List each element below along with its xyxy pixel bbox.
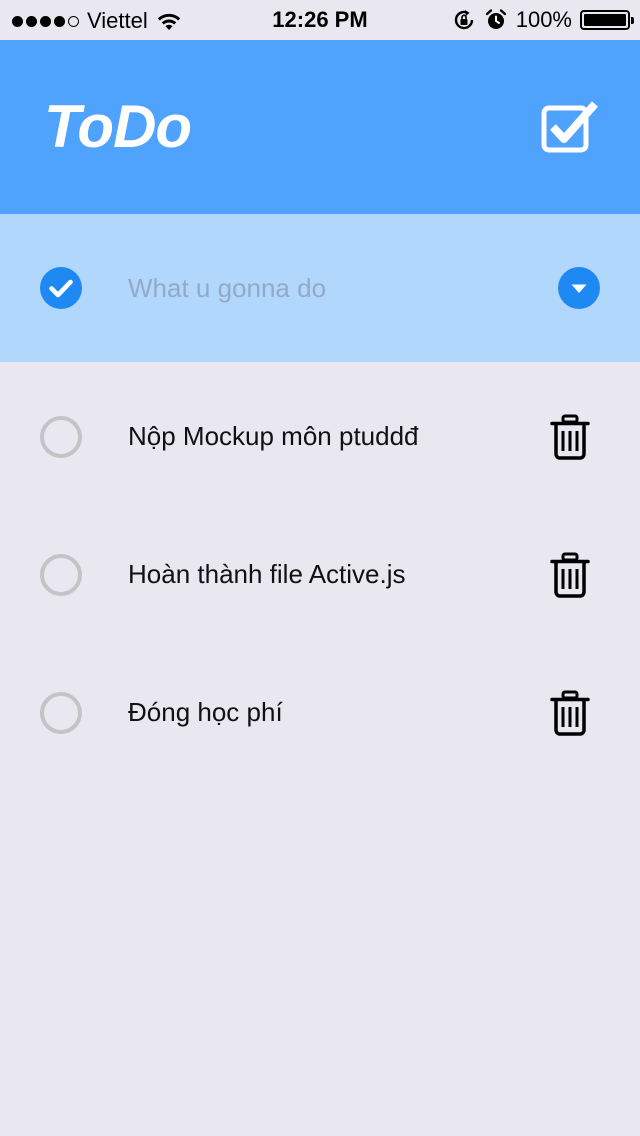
- app-header: ToDo: [0, 40, 640, 214]
- alarm-icon: [485, 9, 506, 29]
- check-circle-icon[interactable]: [40, 267, 82, 309]
- new-todo-input[interactable]: [128, 266, 518, 310]
- battery-icon: [580, 10, 634, 30]
- status-bar: Viettel 12:26 PM 100%: [0, 0, 640, 40]
- todo-checkbox[interactable]: [40, 692, 82, 734]
- rotation-lock-icon: [454, 10, 473, 30]
- todo-text: Nộp Mockup môn ptuddđ: [128, 421, 419, 451]
- todo-item: Nộp Mockup môn ptuddđ: [0, 362, 640, 500]
- new-todo-row: [0, 214, 640, 362]
- app-title: ToDo: [44, 93, 192, 160]
- todo-checkbox[interactable]: [40, 416, 82, 458]
- chevron-down-circle-icon[interactable]: [558, 267, 600, 309]
- todo-text: Đóng học phí: [128, 697, 283, 727]
- checkbox-checked-icon[interactable]: [540, 98, 602, 156]
- todo-item: Hoàn thành file Active.js: [0, 500, 640, 638]
- todo-text: Hoàn thành file Active.js: [128, 559, 406, 589]
- trash-icon[interactable]: [550, 552, 590, 598]
- battery-percentage: 100%: [515, 7, 572, 32]
- trash-icon[interactable]: [550, 690, 590, 736]
- todo-item: Đóng học phí: [0, 638, 640, 776]
- todo-checkbox[interactable]: [40, 554, 82, 596]
- trash-icon[interactable]: [550, 414, 590, 460]
- status-right: 100%: [452, 7, 634, 33]
- todo-list: Nộp Mockup môn ptuddđ Hoàn thành file Ac…: [0, 362, 640, 776]
- battery-fill: [584, 14, 626, 26]
